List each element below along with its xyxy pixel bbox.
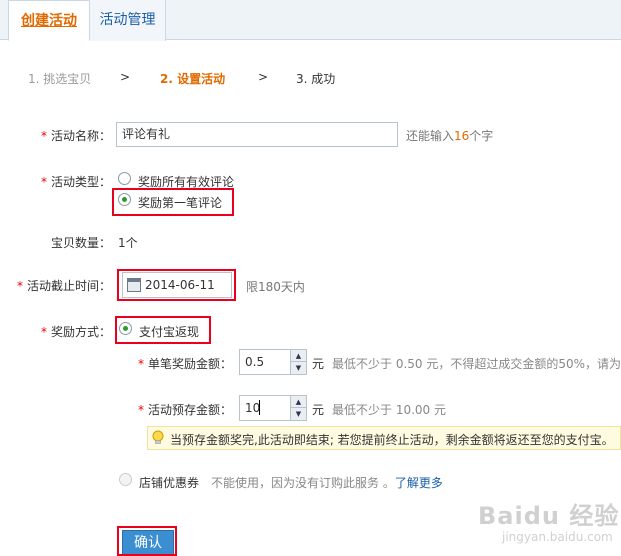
increment-button[interactable]: ▲ (290, 350, 306, 362)
lightbulb-icon (152, 430, 164, 444)
decrement-button[interactable]: ▼ (290, 408, 306, 420)
hint-prefix: 还能输入 (406, 129, 455, 143)
prepay-amount-hint: 最低不少于 10.00 元 (332, 403, 446, 417)
step-configure-activity: 2. 设置活动 (160, 72, 226, 86)
required-mark: * (40, 175, 47, 189)
prepay-amount-label-text: 活动预存金额： (147, 403, 232, 417)
radio-all-valid-reviews[interactable] (118, 172, 131, 185)
tab-manage-activity-label: 活动管理 (99, 12, 156, 28)
watermark-main: Baidu 经验 (478, 502, 620, 530)
reward-method-label: * 奖励方式： (41, 323, 111, 340)
activity-name-hint: 还能输入16个字 (406, 127, 493, 144)
item-quantity-label: 宝贝数量： (50, 236, 111, 250)
radio-shop-coupon (119, 473, 132, 486)
required-mark: * (137, 357, 144, 371)
activity-name-label-text: 活动名称： (50, 129, 111, 143)
single-amount-label: * 单笔奖励金额： (138, 355, 232, 372)
coupon-note-text: 不能使用，因为没有订购此服务 。 (211, 476, 395, 490)
step-arrow: > (120, 70, 131, 84)
required-mark: * (16, 279, 23, 293)
text-caret (259, 400, 260, 415)
activity-type-label-text: 活动类型： (50, 175, 111, 189)
hint-count: 16 (454, 129, 470, 143)
learn-more-link[interactable]: 了解更多 (395, 476, 443, 490)
required-mark: * (40, 129, 47, 143)
info-tip-text: 当预存金额奖完,此活动即结束; 若您提前终止活动，剩余金额将返还至您的支付宝。 (170, 433, 614, 447)
item-quantity-value: 1个 (118, 236, 138, 250)
hint-suffix: 个字 (469, 129, 494, 143)
deadline-label-text: 活动截止时间： (26, 279, 111, 293)
highlight-box (117, 269, 236, 301)
single-amount-value: 0.5 (245, 355, 265, 369)
deadline-label: * 活动截止时间： (17, 277, 111, 294)
activity-name-input[interactable]: 评论有礼 (116, 122, 398, 147)
required-mark: * (137, 403, 144, 417)
single-amount-unit: 元 (312, 357, 325, 371)
highlight-box (112, 188, 234, 216)
info-tip-bar: 当预存金额奖完,此活动即结束; 若您提前终止活动，剩余金额将返还至您的支付宝。 (147, 426, 621, 450)
highlight-box (117, 526, 177, 556)
step-arrow: > (258, 70, 269, 84)
activity-type-label: * 活动类型： (41, 173, 111, 190)
prepay-amount-value: 10 (245, 401, 261, 415)
tab-manage-activity[interactable]: 活动管理 (90, 0, 166, 41)
baidu-jingyan-watermark: Baidu 经验 jingyan.baidu.com (478, 496, 618, 552)
step-select-items: 1. 挑选宝贝 (28, 72, 92, 86)
increment-button[interactable]: ▲ (290, 396, 306, 408)
decrement-button[interactable]: ▼ (290, 362, 306, 374)
activity-name-label: * 活动名称： (41, 127, 111, 144)
single-amount-label-text: 单笔奖励金额： (147, 357, 232, 371)
prepay-amount-label: * 活动预存金额： (138, 401, 232, 418)
tab-bar: 创建活动 活动管理 (0, 0, 621, 41)
highlight-box (115, 316, 211, 344)
reward-method-label-text: 奖励方式： (50, 325, 111, 339)
tab-create-activity[interactable]: 创建活动 (8, 0, 90, 41)
prepay-amount-stepper[interactable]: 10 ▲ ▼ (239, 395, 307, 421)
single-amount-hint: 最低不少于 0.50 元，不得超过成交金额的50%，请为 (332, 357, 621, 371)
prepay-amount-unit: 元 (312, 403, 325, 417)
coupon-unavailable-note: 不能使用，因为没有订购此服务 。了解更多 (211, 474, 443, 491)
option-shop-coupon: 店铺优惠券 (139, 476, 200, 490)
required-mark: * (40, 325, 47, 339)
single-amount-stepper[interactable]: 0.5 ▲ ▼ (239, 349, 307, 375)
step-success: 3. 成功 (296, 72, 336, 86)
tab-create-activity-label: 创建活动 (21, 13, 77, 29)
deadline-hint: 限180天内 (246, 280, 305, 294)
watermark-sub: jingyan.baidu.com (502, 530, 613, 544)
